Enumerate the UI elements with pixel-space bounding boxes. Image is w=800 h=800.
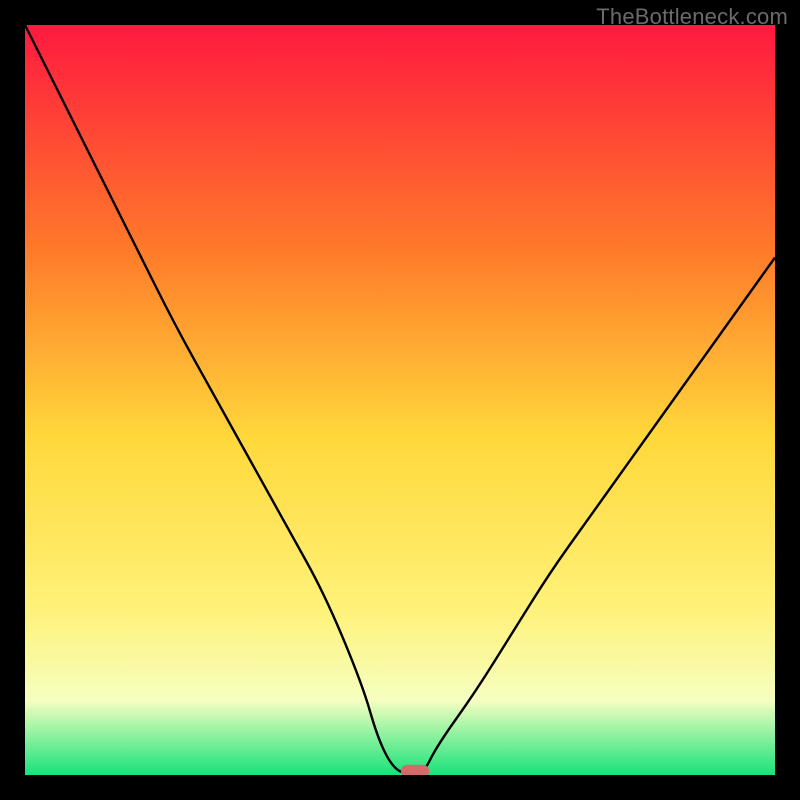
- chart-frame: TheBottleneck.com: [0, 0, 800, 800]
- plot-area: [25, 25, 775, 775]
- optimal-marker: [401, 765, 429, 775]
- gradient-background: [25, 25, 775, 775]
- bottleneck-chart: [25, 25, 775, 775]
